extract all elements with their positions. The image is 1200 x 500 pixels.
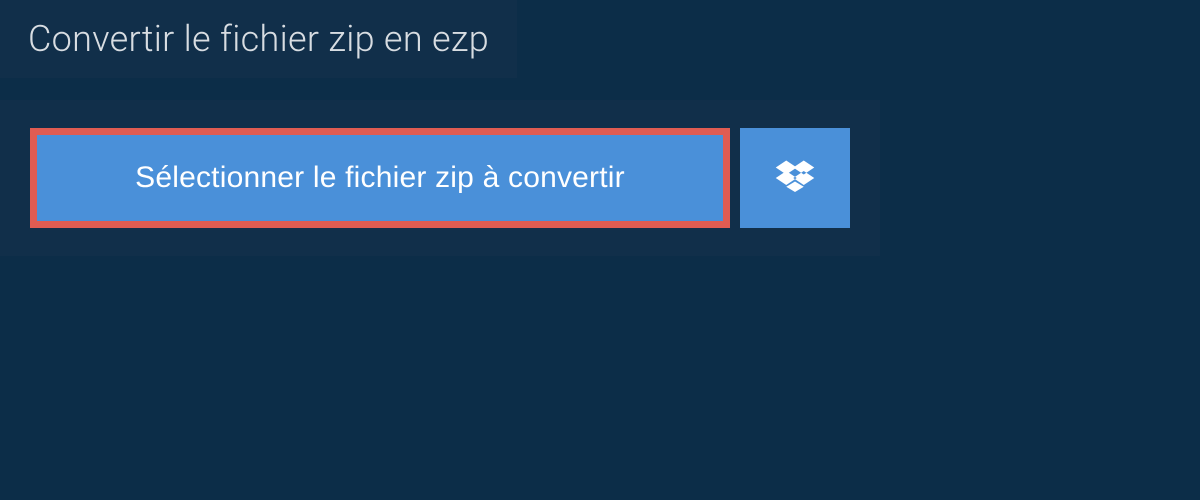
header-strip: Convertir le fichier zip en ezp [0, 0, 517, 78]
dropbox-icon [774, 157, 816, 199]
file-select-panel: Sélectionner le fichier zip à convertir [0, 100, 880, 256]
select-file-button[interactable]: Sélectionner le fichier zip à convertir [30, 128, 730, 228]
dropbox-button[interactable] [740, 128, 850, 228]
page-title: Convertir le fichier zip en ezp [28, 18, 489, 60]
